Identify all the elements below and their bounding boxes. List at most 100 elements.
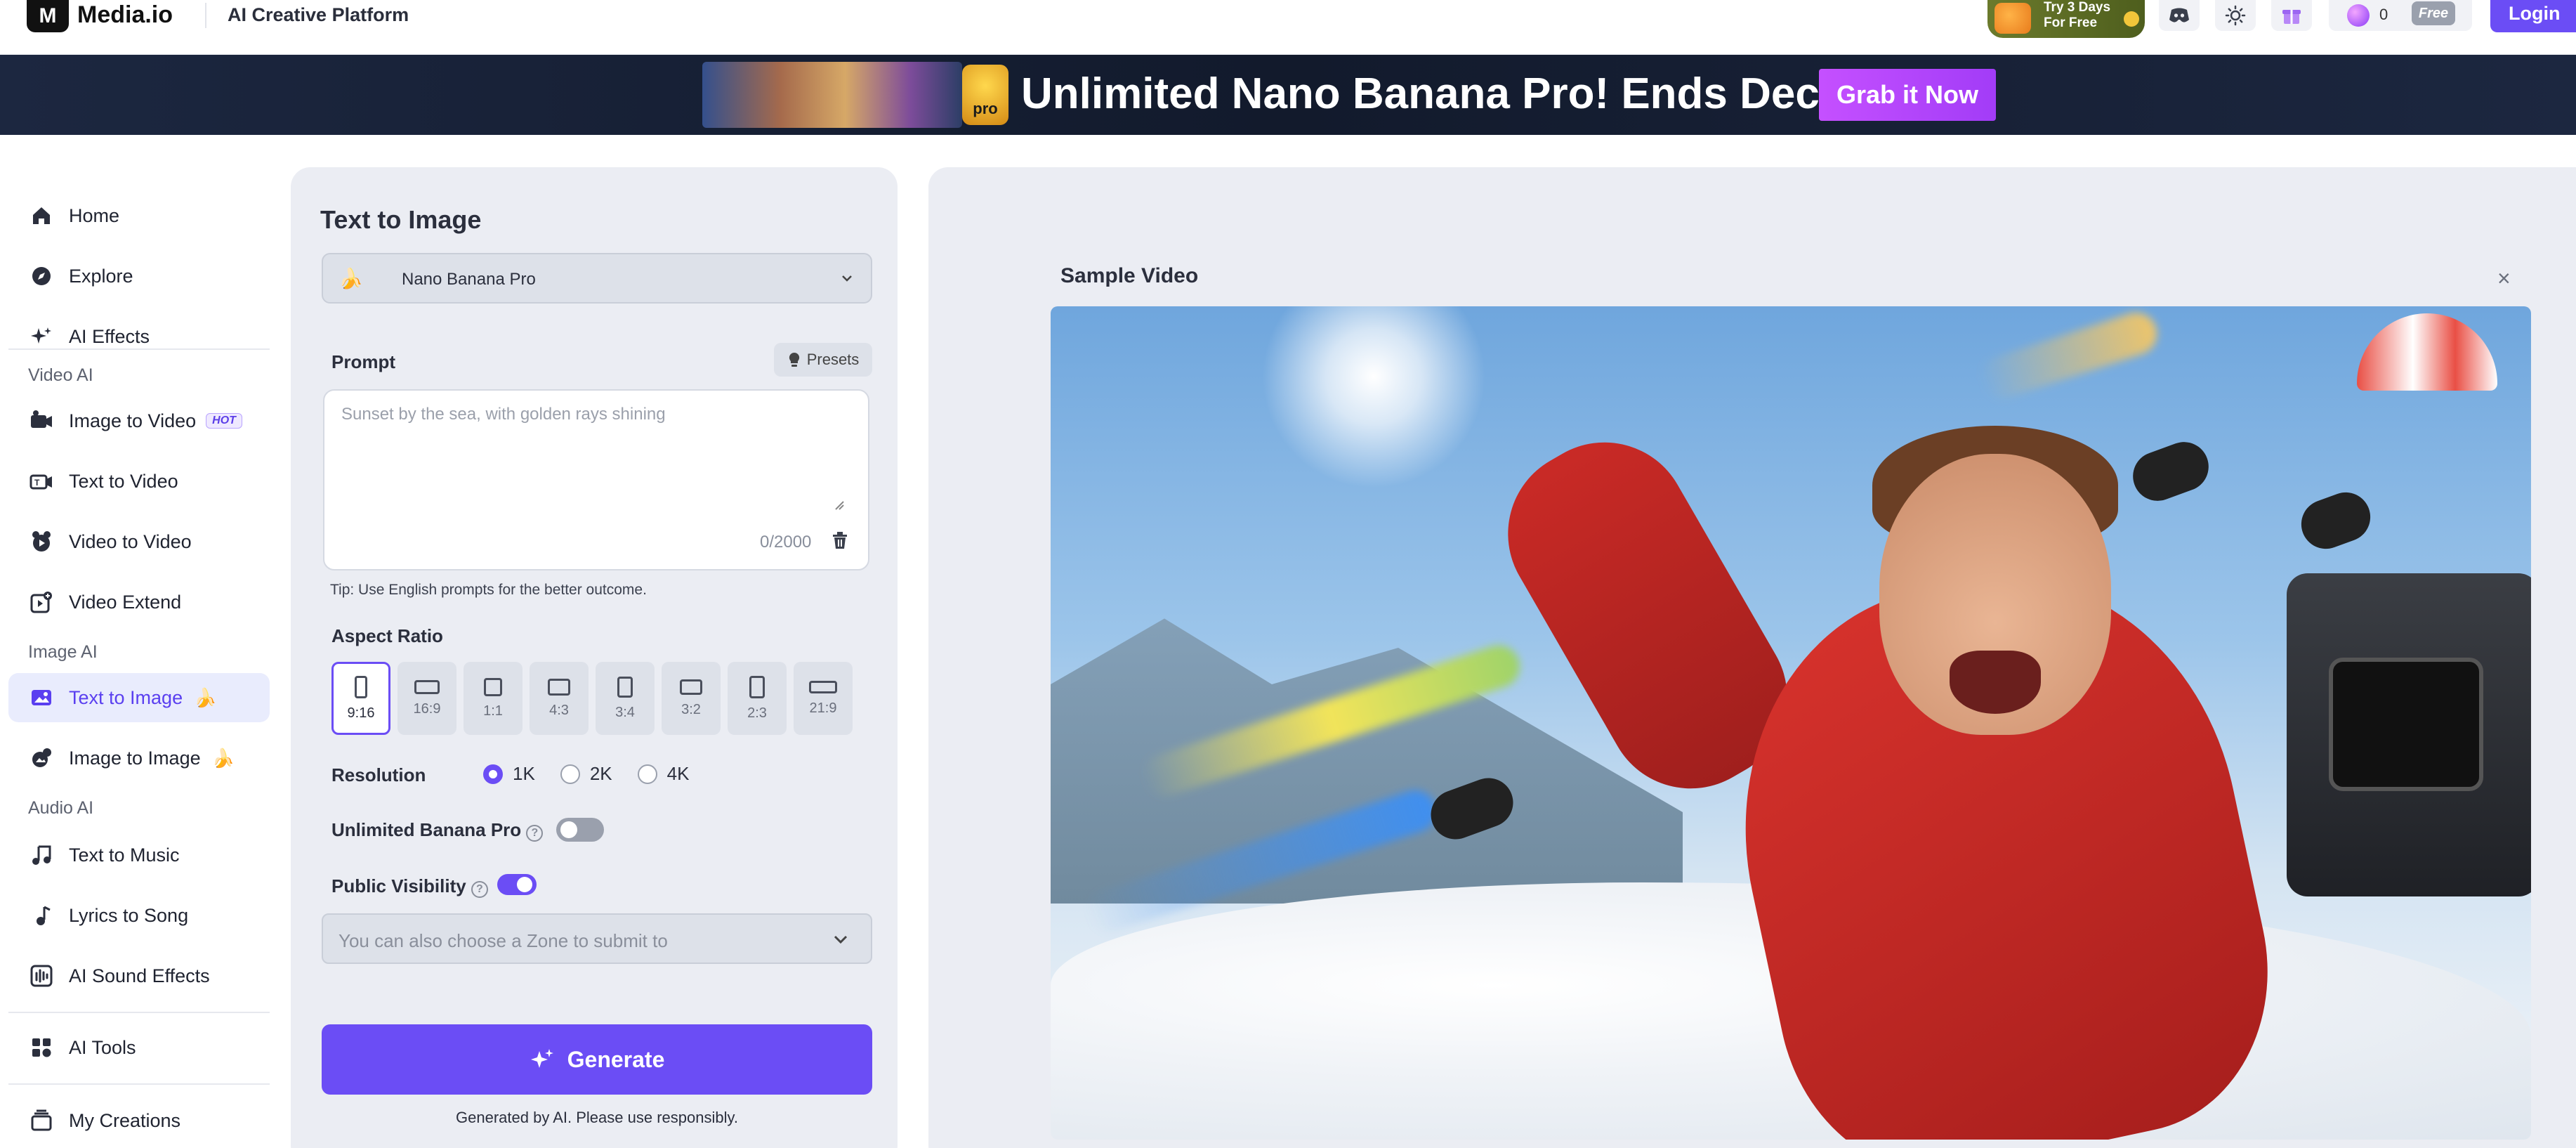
video-transform-icon <box>28 528 55 555</box>
chevron-down-icon <box>842 275 852 282</box>
discord-button[interactable] <box>2159 0 2200 31</box>
banana-icon: 🍌 <box>339 268 363 289</box>
skydiver <box>2294 485 2377 556</box>
camera-lens <box>2329 658 2483 791</box>
toggle-knob <box>560 821 577 838</box>
music-note-icon <box>28 842 55 868</box>
free-trial-button[interactable]: Try 3 Days For Free <box>1987 0 2145 38</box>
promo-artwork <box>702 62 962 128</box>
character-count: 0/2000 <box>760 533 812 552</box>
resolution-1k[interactable]: 1K <box>483 763 535 785</box>
ratio-label: 9:16 <box>347 705 375 721</box>
sidebar-item-image-to-image[interactable]: Image to Image 🍌 <box>8 733 270 783</box>
sidebar-item-text-to-video[interactable]: T Text to Video <box>8 457 270 506</box>
radio-selected-icon <box>483 764 503 784</box>
sidebar-item-label: Text to Music <box>69 844 180 866</box>
sample-video[interactable] <box>1051 306 2531 1140</box>
resize-handle-icon[interactable] <box>834 500 844 510</box>
resolution-4k[interactable]: 4K <box>637 763 689 785</box>
radio-empty-icon <box>560 764 580 784</box>
sidebar-item-ai-effects[interactable]: AI Effects <box>8 312 270 361</box>
radio-label: 1K <box>513 763 535 784</box>
prompt-placeholder: Sunset by the sea, with golden rays shin… <box>341 405 666 424</box>
banana-icon: 🍌 <box>194 686 217 708</box>
text-image-icon <box>28 684 55 711</box>
radio-empty-icon <box>637 764 657 784</box>
logo-icon[interactable]: M <box>27 0 69 32</box>
prompt-label: Prompt <box>331 351 395 372</box>
page-title: Text to Image <box>320 205 482 234</box>
ratio-3-2[interactable]: 3:2 <box>662 662 721 735</box>
portrait-frame-icon <box>355 675 367 698</box>
ratio-4-3[interactable]: 4:3 <box>530 662 589 735</box>
sidebar-divider <box>8 348 270 350</box>
compass-icon <box>28 263 55 289</box>
sidebar-item-ai-tools[interactable]: AI Tools <box>8 1023 270 1072</box>
portrait-frame-icon <box>617 676 633 698</box>
zone-select[interactable]: You can also choose a Zone to submit to <box>322 913 872 964</box>
zone-placeholder: You can also choose a Zone to submit to <box>339 930 668 951</box>
rewards-button[interactable] <box>2271 0 2312 31</box>
platform-label: AI Creative Platform <box>228 4 409 25</box>
aspect-ratio-group: 9:16 16:9 1:1 4:3 3:4 3:2 2:3 21:9 <box>331 662 853 735</box>
close-icon[interactable]: × <box>2497 266 2511 292</box>
top-bar: M Media.io AI Creative Platform Try 3 Da… <box>0 0 2576 55</box>
ratio-16-9[interactable]: 16:9 <box>397 662 456 735</box>
ratio-label: 3:4 <box>615 704 635 720</box>
sidebar-item-my-creations[interactable]: My Creations <box>8 1096 270 1145</box>
ratio-1-1[interactable]: 1:1 <box>464 662 523 735</box>
grab-it-now-button[interactable]: Grab it Now <box>1819 69 1996 121</box>
sidebar-item-explore[interactable]: Explore <box>8 252 270 301</box>
plan-badge: Free <box>2412 1 2455 25</box>
sidebar-item-image-to-video[interactable]: Image to Video HOT <box>8 396 270 445</box>
toggle-knob <box>517 877 532 892</box>
sidebar-divider <box>8 1083 270 1085</box>
landscape-frame-icon <box>548 678 570 696</box>
trash-icon[interactable] <box>830 530 850 551</box>
public-visibility-toggle[interactable] <box>497 874 537 895</box>
sidebar-item-home[interactable]: Home <box>8 191 270 240</box>
resolution-2k[interactable]: 2K <box>560 763 612 785</box>
banana-icon: 🍌 <box>211 747 235 769</box>
prompt-textarea[interactable]: Sunset by the sea, with golden rays shin… <box>323 389 869 570</box>
credits-widget[interactable]: 0 Free <box>2329 0 2472 31</box>
login-button[interactable]: Login <box>2490 0 2576 32</box>
sidebar-item-ai-sound-effects[interactable]: AI Sound Effects <box>8 951 270 1000</box>
help-icon[interactable]: ? <box>526 825 544 842</box>
sidebar-item-text-to-image[interactable]: Text to Image 🍌 <box>8 673 270 722</box>
ratio-9-16[interactable]: 9:16 <box>331 662 390 735</box>
unlimited-banana-toggle[interactable] <box>556 818 604 842</box>
model-select-value: Nano Banana Pro <box>402 270 536 289</box>
chevron-down-icon <box>834 935 848 944</box>
resolution-group: 1K 2K 4K <box>483 763 689 785</box>
section-audio-ai: Audio AI <box>28 798 94 818</box>
model-select[interactable]: 🍌 Nano Banana Pro <box>322 253 872 304</box>
generate-button[interactable]: Generate <box>322 1024 872 1095</box>
ratio-2-3[interactable]: 2:3 <box>728 662 787 735</box>
gift-box-icon <box>1995 3 2031 34</box>
section-video-ai: Video AI <box>28 365 93 385</box>
brand-name[interactable]: Media.io <box>77 1 173 29</box>
theme-toggle-button[interactable] <box>2215 0 2256 31</box>
sparkle-icon <box>28 323 55 350</box>
sidebar-item-lyrics-to-song[interactable]: Lyrics to Song <box>8 891 270 940</box>
coin-icon <box>2124 11 2139 27</box>
presets-button[interactable]: Presets <box>774 343 872 377</box>
promo-banner[interactable]: pro Unlimited Nano Banana Pro! Ends Dec … <box>0 55 2576 135</box>
ratio-3-4[interactable]: 3:4 <box>596 662 655 735</box>
sidebar-item-label: My Creations <box>69 1109 181 1131</box>
sidebar-item-label: Video Extend <box>69 591 182 613</box>
ratio-21-9[interactable]: 21:9 <box>794 662 853 735</box>
ratio-label: 16:9 <box>413 700 441 717</box>
sidebar-item-text-to-music[interactable]: Text to Music <box>8 830 270 880</box>
video-extend-icon <box>28 589 55 615</box>
sidebar-item-video-to-video[interactable]: Video to Video <box>8 517 270 566</box>
grid-icon <box>28 1034 55 1061</box>
sidebar-item-video-extend[interactable]: Video Extend <box>8 578 270 627</box>
text-video-icon: T <box>28 468 55 495</box>
help-icon[interactable]: ? <box>471 881 488 898</box>
sidebar-item-label: Image to Image <box>69 747 201 769</box>
credit-count: 0 <box>2379 6 2388 23</box>
image-swap-icon <box>28 745 55 771</box>
resolution-label: Resolution <box>331 764 426 785</box>
